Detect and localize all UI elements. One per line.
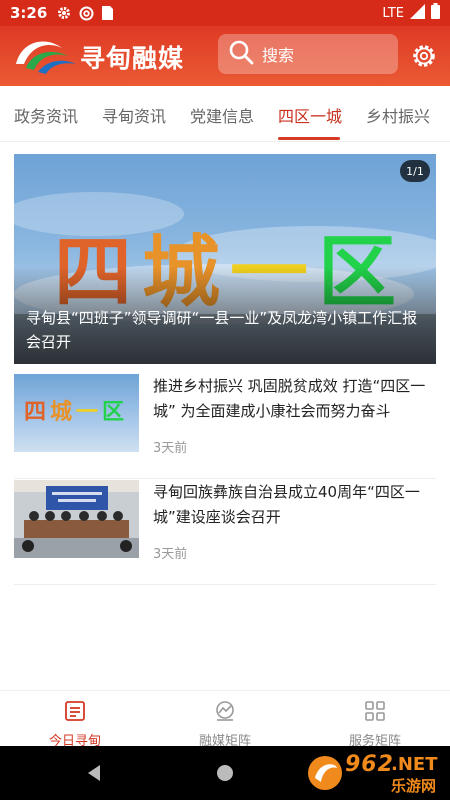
status-bar: 3:26 LTE — [0, 0, 450, 26]
tab-politics-news[interactable]: 政务资讯 — [14, 103, 78, 127]
tab-party-building[interactable]: 党建信息 — [190, 103, 254, 127]
media-matrix-icon — [213, 699, 237, 727]
category-tabs: 政务资讯 寻甸资讯 党建信息 四区一城 乡村振兴 — [0, 86, 450, 142]
search-bar[interactable]: 搜索 — [218, 34, 398, 74]
at-icon — [79, 6, 94, 21]
hero-caption: 寻甸县“四班子”领导调研“一县一业”及凤龙湾小镇工作汇报会召开 — [14, 266, 436, 364]
app-screen: 3:26 LTE 寻甸融媒 搜索 政务资讯 寻甸资讯 党建信息 四区一城 乡村振… — [0, 0, 450, 800]
network-label: LTE — [382, 5, 404, 21]
site-watermark: 962 .NET 乐游网 — [305, 752, 445, 795]
gear-icon — [57, 6, 71, 20]
settings-gear-icon[interactable] — [410, 42, 438, 70]
sim-icon — [102, 6, 114, 20]
bottom-navigation: 今日寻甸 融媒矩阵 服务矩阵 — [0, 690, 450, 749]
search-icon — [228, 39, 254, 69]
article-title: 推进乡村振兴 巩固脱贫成效 打造“四区一城” 为全面建成小康社会而努力奋斗 — [153, 377, 426, 420]
article-thumbnail: 四城一区 — [14, 374, 139, 452]
hero-banner[interactable]: 四城一区 1/1 寻甸县“四班子”领导调研“一县一业”及凤龙湾小镇工作汇报会召开 — [14, 154, 436, 364]
nav-today-xundian[interactable]: 今日寻甸 — [0, 691, 150, 749]
article-item[interactable]: 四城一区 推进乡村振兴 巩固脱贫成效 打造“四区一城” 为全面建成小康社会而努力… — [14, 374, 436, 479]
search-placeholder: 搜索 — [262, 46, 295, 65]
thumbnail-text: 四城一区 — [24, 400, 129, 425]
app-header: 寻甸融媒 搜索 — [0, 26, 450, 86]
article-thumbnail — [14, 480, 139, 558]
hero-page-indicator: 1/1 — [400, 160, 430, 182]
battery-icon — [431, 3, 440, 23]
tab-rural-revitalization[interactable]: 乡村振兴 — [366, 103, 430, 127]
tab-xundian-news[interactable]: 寻甸资讯 — [102, 103, 166, 127]
nav-media-matrix[interactable]: 融媒矩阵 — [150, 691, 300, 749]
app-logo — [16, 41, 76, 74]
app-title: 寻甸融媒 — [80, 44, 185, 73]
nav-service-matrix[interactable]: 服务矩阵 — [300, 691, 450, 749]
watermark-brand: 962 — [345, 752, 394, 777]
watermark-tld: .NET — [391, 754, 438, 775]
back-icon[interactable] — [84, 763, 104, 787]
active-tab-indicator — [278, 137, 340, 140]
meeting-photo — [14, 480, 139, 558]
article-time: 3天前 — [153, 547, 188, 562]
watermark-name: 乐游网 — [391, 777, 437, 795]
article-title: 寻甸回族彝族自治县成立40周年“四区一城”建设座谈会召开 — [153, 483, 420, 526]
signal-icon — [410, 3, 425, 23]
article-time: 3天前 — [153, 441, 188, 456]
article-item[interactable]: 寻甸回族彝族自治县成立40周年“四区一城”建设座谈会召开 3天前 — [14, 480, 436, 585]
tab-four-districts-one-city[interactable]: 四区一城 — [278, 103, 342, 127]
status-right: LTE — [382, 3, 440, 23]
service-grid-icon — [363, 699, 387, 727]
status-time: 3:26 — [10, 4, 48, 22]
home-icon[interactable] — [215, 763, 235, 787]
news-icon — [63, 699, 87, 727]
